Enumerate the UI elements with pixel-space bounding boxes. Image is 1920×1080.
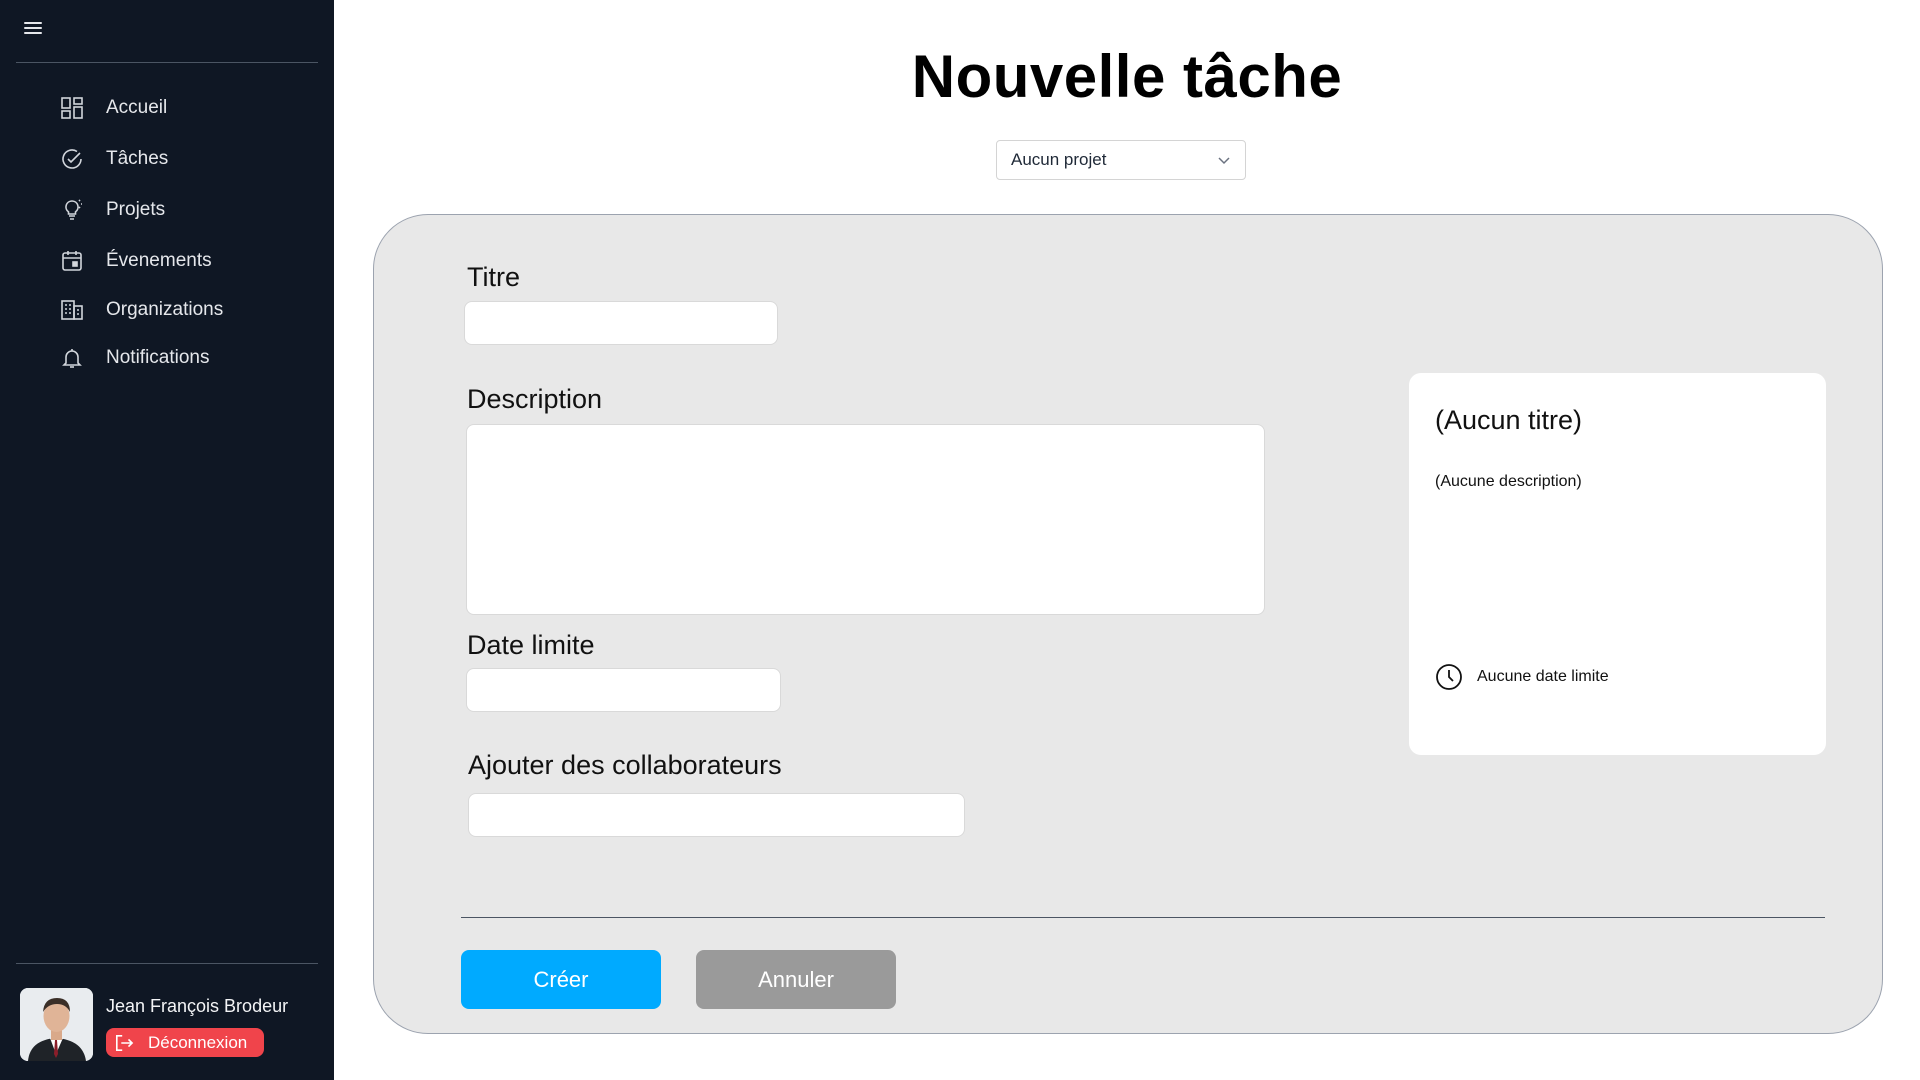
collaborators-label: Ajouter des collaborateurs: [468, 750, 782, 780]
sidebar-item-label: Évenements: [106, 249, 212, 271]
preview-title: (Aucun titre): [1435, 405, 1583, 435]
preview-deadline: Aucune date limite: [1435, 663, 1609, 691]
sidebar-item-taches[interactable]: Tâches: [58, 133, 318, 184]
sidebar-item-label: Notifications: [106, 347, 210, 368]
title-label: Titre: [467, 262, 520, 292]
collaborators-input[interactable]: [468, 793, 965, 837]
project-select-value: Aucun projet: [1011, 150, 1107, 169]
sidebar-item-label: Projets: [106, 198, 166, 220]
calendar-icon: [58, 247, 86, 275]
sidebar-item-evenements[interactable]: Évenements: [58, 235, 318, 286]
hamburger-icon[interactable]: [24, 20, 42, 36]
building-icon: [58, 296, 86, 324]
chevron-down-icon: [1217, 153, 1231, 167]
sidebar-item-label: Tâches: [106, 147, 169, 169]
sidebar-item-accueil[interactable]: Accueil: [58, 82, 318, 133]
sidebar-item-organizations[interactable]: Organizations: [58, 286, 318, 334]
description-textarea[interactable]: [466, 424, 1265, 615]
bell-icon: [58, 344, 86, 372]
create-button[interactable]: Créer: [461, 950, 661, 1009]
dashboard-grid-icon: [58, 94, 86, 122]
user-name: Jean François Brodeur: [106, 996, 289, 1016]
deadline-input[interactable]: [466, 668, 781, 712]
preview-deadline-text: Aucune date limite: [1477, 668, 1609, 685]
logout-icon: [115, 1034, 134, 1051]
sidebar-divider: [16, 62, 318, 63]
preview-description: (Aucune description): [1435, 473, 1582, 490]
logout-label: Déconnexion: [148, 1032, 248, 1052]
task-preview-card: (Aucun titre) (Aucune description) Aucun…: [1409, 373, 1826, 755]
project-select[interactable]: Aucun projet: [996, 140, 1246, 180]
check-circle-icon: [58, 145, 86, 173]
sidebar-divider: [16, 963, 318, 964]
user-profile: Jean François Brodeur Déconnexion: [20, 988, 320, 1062]
clock-icon: [1436, 664, 1462, 690]
logout-button[interactable]: Déconnexion: [106, 1028, 264, 1057]
description-label: Description: [467, 384, 603, 414]
sidebar-item-label: Accueil: [106, 96, 168, 118]
title-input[interactable]: [464, 301, 778, 345]
sidebar-item-label: Organizations: [106, 299, 224, 320]
deadline-label: Date limite: [467, 630, 595, 660]
sidebar-item-projets[interactable]: Projets: [58, 184, 318, 235]
lightbulb-icon: [58, 196, 86, 224]
page-title: Nouvelle tâche: [911, 43, 1343, 110]
cancel-button[interactable]: Annuler: [696, 950, 896, 1009]
avatar[interactable]: [20, 988, 93, 1061]
form-divider: [461, 917, 1825, 918]
sidebar-nav: Accueil Tâches Projets Évenements Organi…: [58, 82, 318, 382]
sidebar-item-notifications[interactable]: Notifications: [58, 334, 318, 382]
sidebar: Accueil Tâches Projets Évenements Organi…: [0, 0, 334, 1080]
